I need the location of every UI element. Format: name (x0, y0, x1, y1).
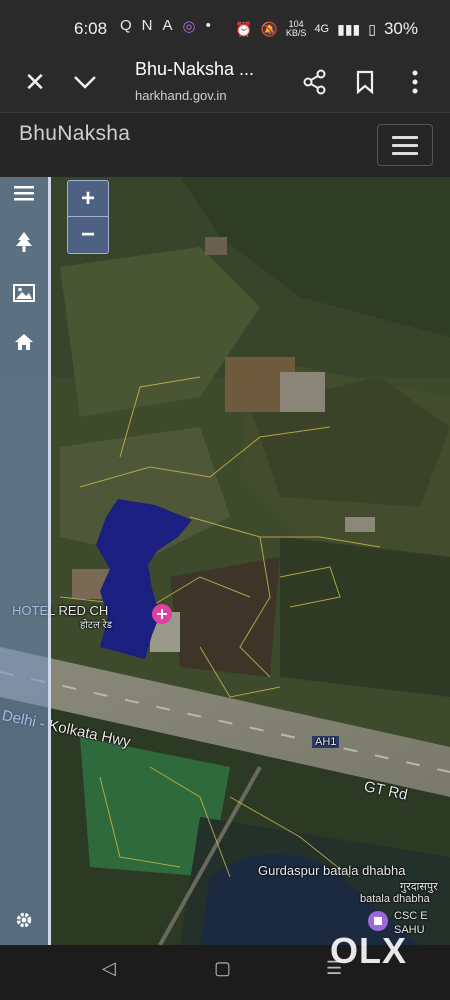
hamburger-line (392, 151, 418, 155)
map-side-toolbar (0, 177, 51, 945)
alarm-icon: ⏰ (235, 20, 253, 37)
app-icon: ◎ (182, 18, 196, 35)
settings-gear-icon[interactable] (0, 900, 48, 940)
signal-icon: ▮▮▮ (337, 20, 361, 37)
map-label-ah1: AH1 (312, 736, 340, 748)
image-icon[interactable] (0, 273, 48, 313)
olx-watermark: OLX (330, 930, 408, 971)
chevron-down-icon[interactable] (67, 64, 103, 100)
search-icon: Q (120, 17, 132, 34)
zoom-out-button[interactable]: − (68, 217, 108, 252)
home-button-icon[interactable]: ▢ (214, 958, 231, 979)
tree-icon[interactable] (0, 223, 48, 263)
status-time: 6:08 (74, 19, 108, 38)
mute-icon: 🔕 (260, 20, 278, 37)
close-icon[interactable]: ✕ (17, 64, 53, 100)
status-system-icons: ⏰ 🔕 104 KB/S 4G ▮▮▮ ▯ 30% (235, 19, 418, 39)
map-label-dhabha-hindi: गुरदासपुर (400, 881, 438, 893)
back-icon[interactable]: ◁ (102, 958, 116, 979)
battery-icon: ▯ (368, 20, 376, 37)
satellite-map[interactable] (0, 177, 450, 945)
speed-readout: 104 KB/S (285, 19, 307, 38)
zoom-in-button[interactable]: + (68, 181, 108, 217)
map-label-csc: CSC E (394, 910, 428, 922)
status-notification-icons: Q N A ◎ • (120, 17, 211, 35)
hamburger-line (392, 135, 418, 139)
more-menu-icon[interactable] (397, 64, 433, 100)
zoom-control: + − (67, 180, 109, 254)
dot-icon: • (205, 17, 211, 34)
layers-menu-icon[interactable] (0, 177, 48, 213)
hamburger-line (392, 143, 418, 147)
app-header: BhuNaksha (0, 112, 450, 178)
a-icon: A (162, 17, 173, 34)
map-view[interactable]: + − HOTEL RED CH होटल रेड Delhi - Kolkat… (0, 177, 450, 945)
battery-percent: 30% (383, 19, 418, 38)
map-label-dhabha: Gurdaspur batala dhabha (258, 863, 406, 878)
map-label-dhabha-sub: batala dhabha (360, 893, 430, 905)
browser-toolbar: ✕ Bhu-Naksha ... harkhand.gov.in (0, 52, 450, 112)
share-icon[interactable] (297, 64, 333, 100)
network-label: 4G (314, 23, 330, 35)
page-title: Bhu-Naksha ... (135, 59, 255, 79)
bookmark-icon[interactable] (347, 64, 383, 100)
n-icon: N (141, 17, 153, 34)
home-icon[interactable] (0, 322, 48, 362)
status-bar: 6:08 Q N A ◎ • ⏰ 🔕 104 KB/S 4G ▮▮▮ ▯ 30% (0, 0, 450, 52)
page-url[interactable]: harkhand.gov.in (135, 88, 227, 103)
map-label-hotel-hindi: होटल रेड (80, 620, 112, 631)
brand-title[interactable]: BhuNaksha (19, 122, 130, 146)
hamburger-menu-button[interactable] (377, 124, 433, 166)
